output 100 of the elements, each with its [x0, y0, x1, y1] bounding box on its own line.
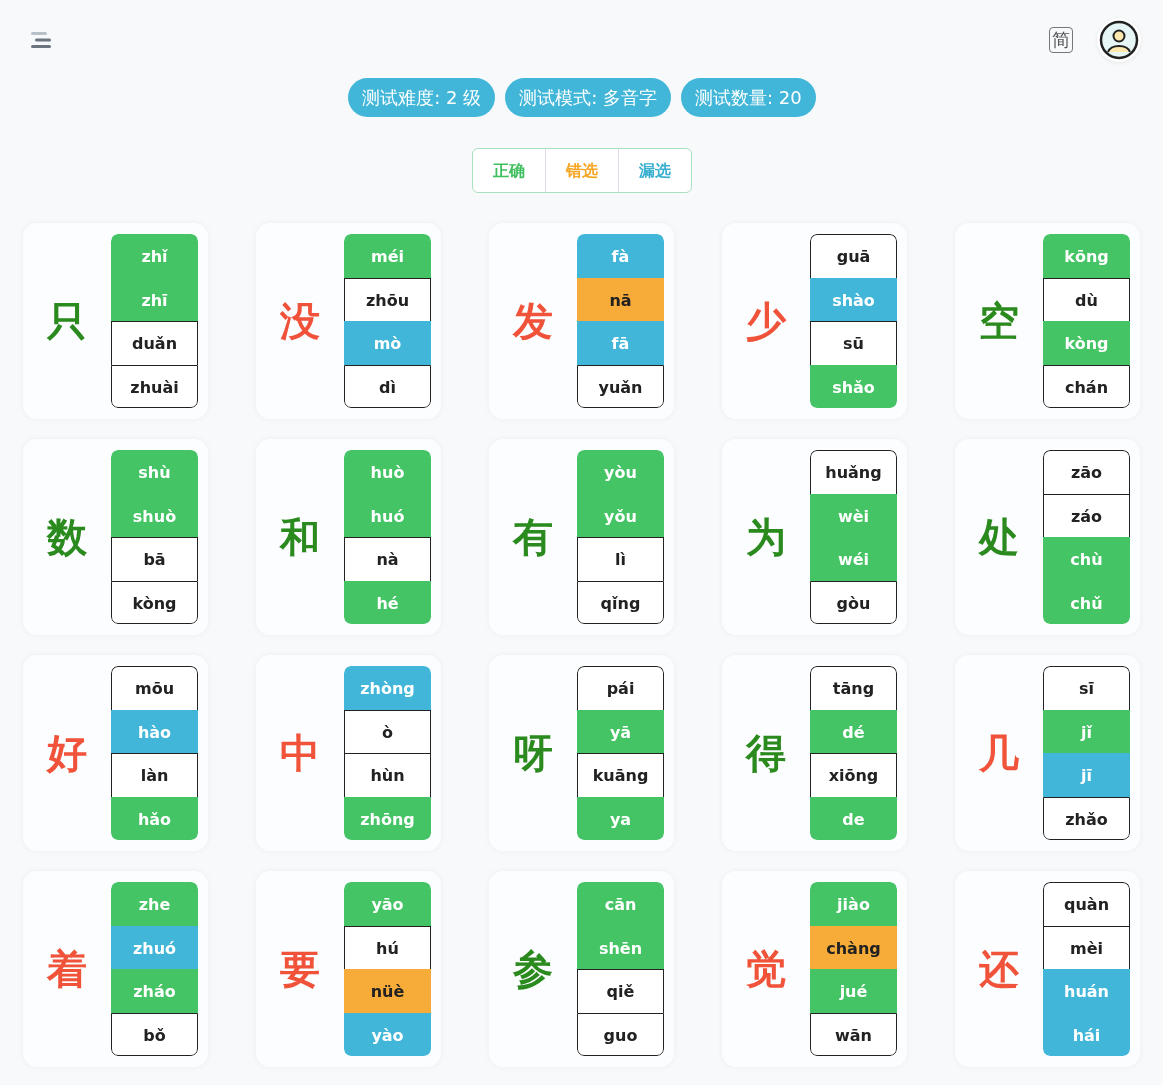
pinyin-option[interactable]: záo — [1043, 493, 1130, 537]
hanzi-character: 为 — [745, 512, 787, 562]
pinyin-option[interactable]: jī — [1043, 753, 1130, 797]
pinyin-option[interactable]: yuǎn — [577, 364, 664, 408]
pinyin-option[interactable]: jǐ — [1043, 709, 1130, 753]
hanzi-character: 空 — [978, 296, 1020, 346]
pinyin-option[interactable]: duǎn — [111, 321, 198, 365]
pinyin-option[interactable]: guo — [577, 1012, 664, 1056]
pinyin-option[interactable]: bǒ — [111, 1012, 198, 1056]
pinyin-option[interactable]: sū — [810, 321, 897, 365]
pinyin-option[interactable]: zhī — [111, 277, 198, 321]
hanzi-character: 没 — [279, 296, 321, 346]
test-info-badge: 测试模式: 多音字 — [505, 78, 672, 117]
avatar-icon[interactable] — [1097, 18, 1141, 62]
pinyin-option[interactable]: fā — [577, 321, 664, 365]
pinyin-option[interactable]: shuò — [111, 493, 198, 537]
hanzi-character: 发 — [511, 296, 554, 346]
hanzi-character: 和 — [278, 512, 321, 562]
pinyin-option[interactable]: quàn — [1043, 882, 1130, 926]
pinyin-option[interactable]: zhōu — [344, 277, 431, 321]
pinyin-option[interactable]: jiào — [810, 882, 897, 926]
pinyin-option[interactable]: kuāng — [577, 753, 664, 797]
pinyin-option[interactable]: bā — [111, 537, 198, 581]
hanzi-character: 只 — [46, 296, 88, 346]
pinyin-option[interactable]: wéi — [810, 537, 897, 581]
pinyin-option[interactable]: qiě — [577, 969, 664, 1013]
pinyin-option[interactable]: hùn — [344, 753, 431, 797]
pinyin-option[interactable]: shù — [111, 450, 198, 494]
menu-icon[interactable] — [31, 31, 53, 49]
pinyin-option[interactable]: huò — [344, 450, 431, 494]
pinyin-option[interactable]: hào — [111, 709, 198, 753]
pinyin-option[interactable]: dì — [344, 364, 431, 408]
pinyin-option[interactable]: dù — [1043, 277, 1130, 321]
pinyin-option[interactable]: kōng — [1043, 234, 1130, 278]
pinyin-option[interactable]: shǎo — [810, 364, 897, 408]
pinyin-option[interactable]: wèi — [810, 493, 897, 537]
pinyin-option[interactable]: cān — [577, 882, 664, 926]
pinyin-option[interactable]: zhòng — [344, 666, 431, 710]
pinyin-option[interactable]: hé — [344, 580, 431, 624]
pinyin-option[interactable]: méi — [344, 234, 431, 278]
pinyin-option[interactable]: nüè — [344, 969, 431, 1013]
pinyin-option[interactable]: qǐng — [577, 580, 664, 624]
pinyin-option[interactable]: zhōng — [344, 796, 431, 840]
legend-item: 漏选 — [618, 149, 691, 192]
hanzi-character: 数 — [45, 512, 88, 562]
pinyin-option[interactable]: fà — [577, 234, 664, 278]
pinyin-option[interactable]: kòng — [111, 580, 198, 624]
pinyin-option[interactable]: dé — [810, 709, 897, 753]
pinyin-option[interactable]: shēn — [577, 925, 664, 969]
pinyin-option[interactable]: pái — [577, 666, 664, 710]
pinyin-option[interactable]: làn — [111, 753, 198, 797]
pinyin-option[interactable]: zāo — [1043, 450, 1130, 494]
pinyin-option[interactable]: chù — [1043, 537, 1130, 581]
pinyin-option[interactable]: hú — [344, 925, 431, 969]
pinyin-option[interactable]: ya — [577, 796, 664, 840]
pinyin-option[interactable]: yào — [344, 1012, 431, 1056]
pinyin-option[interactable]: zhuài — [111, 364, 198, 408]
pinyin-option[interactable]: zháo — [111, 969, 198, 1013]
pinyin-option[interactable]: yāo — [344, 882, 431, 926]
pinyin-option[interactable]: mò — [344, 321, 431, 365]
pinyin-option[interactable]: zhe — [111, 882, 198, 926]
pinyin-option[interactable]: kòng — [1043, 321, 1130, 365]
test-info-badge: 测试数量: 20 — [681, 78, 816, 117]
pinyin-option[interactable]: wān — [810, 1012, 897, 1056]
pinyin-option[interactable]: xiōng — [810, 753, 897, 797]
legend-item: 错选 — [545, 149, 618, 192]
pinyin-option[interactable]: zhǐ — [111, 234, 198, 278]
pinyin-option[interactable]: ò — [344, 709, 431, 753]
legend-item: 正确 — [492, 160, 526, 182]
pinyin-option[interactable]: shào — [810, 277, 897, 321]
pinyin-option[interactable]: lì — [577, 537, 664, 581]
pinyin-option[interactable]: hái — [1043, 1012, 1130, 1056]
hanzi-character: 要 — [279, 944, 321, 994]
language-toggle[interactable]: 简 — [1049, 27, 1073, 53]
pinyin-option[interactable]: chàng — [810, 925, 897, 969]
pinyin-option[interactable]: chán — [1043, 364, 1130, 408]
pinyin-option[interactable]: gòu — [810, 580, 897, 624]
pinyin-option[interactable]: de — [810, 796, 897, 840]
pinyin-option[interactable]: huán — [1043, 969, 1130, 1013]
hanzi-character: 得 — [744, 728, 787, 778]
pinyin-option[interactable]: jué — [810, 969, 897, 1013]
pinyin-option[interactable]: yǒu — [577, 493, 664, 537]
pinyin-option[interactable]: tāng — [810, 666, 897, 710]
pinyin-option[interactable]: guā — [810, 234, 897, 278]
pinyin-option[interactable]: mèi — [1043, 925, 1130, 969]
pinyin-option[interactable]: yòu — [577, 450, 664, 494]
pinyin-option[interactable]: hǎo — [111, 796, 198, 840]
pinyin-option[interactable]: huó — [344, 493, 431, 537]
pinyin-option[interactable]: zhǎo — [1043, 796, 1130, 840]
pinyin-option[interactable]: sī — [1043, 666, 1130, 710]
hanzi-character: 还 — [978, 944, 1020, 994]
pinyin-option[interactable]: huǎng — [810, 450, 897, 494]
pinyin-option[interactable]: nā — [577, 277, 664, 321]
pinyin-option[interactable]: zhuó — [111, 925, 198, 969]
hanzi-character: 几 — [978, 728, 1020, 778]
hanzi-character: 少 — [745, 296, 788, 346]
pinyin-option[interactable]: mōu — [111, 666, 198, 710]
pinyin-option[interactable]: chǔ — [1043, 580, 1130, 624]
pinyin-option[interactable]: nà — [344, 537, 431, 581]
pinyin-option[interactable]: yā — [577, 709, 664, 753]
